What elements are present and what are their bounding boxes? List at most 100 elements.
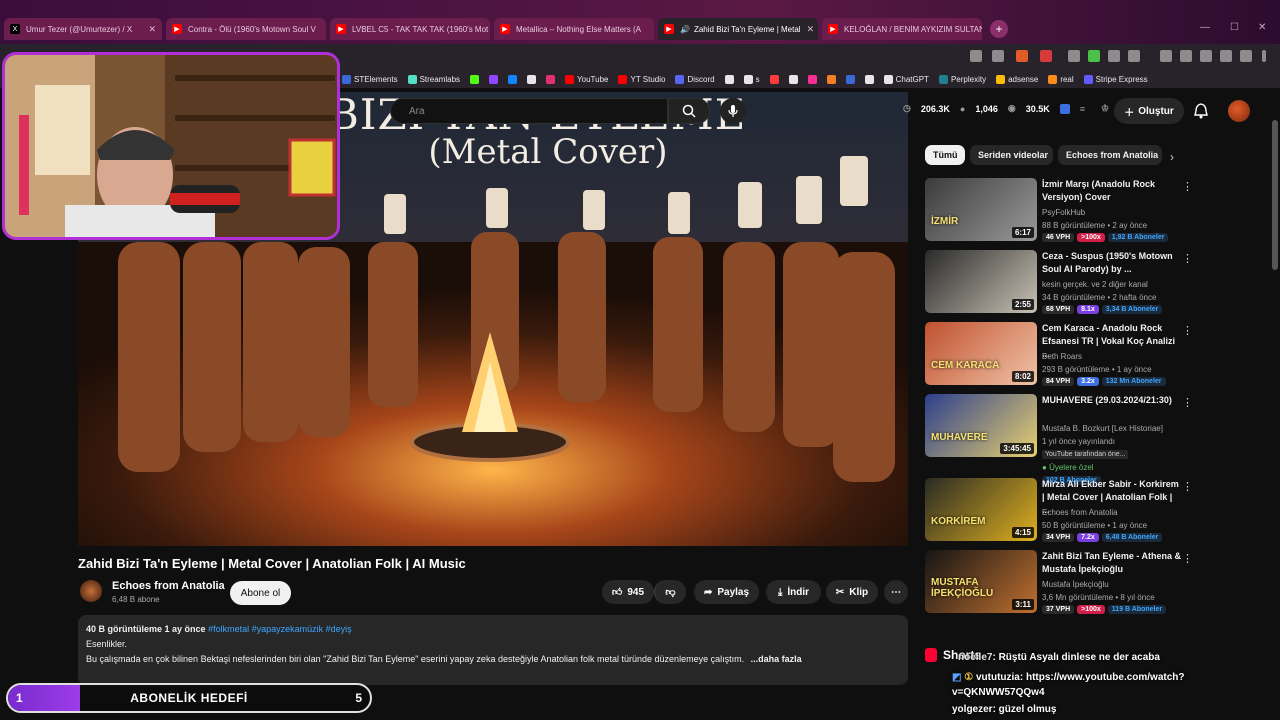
- bookmark-item[interactable]: [546, 74, 556, 84]
- video-title[interactable]: MUHAVERE (29.03.2024/21:30): [1042, 394, 1182, 407]
- extension-icon[interactable]: [1088, 50, 1100, 62]
- bookmark-item[interactable]: [489, 74, 499, 84]
- wallet-icon[interactable]: [1200, 50, 1212, 62]
- bookmark-item[interactable]: [788, 74, 798, 84]
- bookmark-item[interactable]: [807, 74, 817, 84]
- more-vertical-icon[interactable]: ⋮: [1182, 324, 1193, 337]
- rewards-icon[interactable]: [1040, 50, 1052, 62]
- recommended-video[interactable]: İZMİR 6:17 İzmir Marşı (Anadolu Rock Versi…: [925, 178, 1195, 242]
- recommended-video[interactable]: CEM KARACA 8:02 Cem Karaca - Anadolu Rock …: [925, 322, 1195, 386]
- maximize-icon[interactable]: ☐: [1230, 22, 1239, 33]
- list-icon[interactable]: ≡: [1080, 104, 1085, 114]
- close-icon[interactable]: ✕: [142, 24, 156, 35]
- bookmark-item[interactable]: [826, 74, 836, 84]
- browser-tab[interactable]: ▶ Contra - Ölü (1960's Motown Soul V: [166, 18, 326, 40]
- extension-icon[interactable]: [1108, 50, 1120, 62]
- browser-tab[interactable]: ▶ LVBEL C5 - TAK TAK TAK (1960's Mot: [330, 18, 490, 40]
- channel-name[interactable]: Echoes from Anatolia: [1042, 508, 1118, 517]
- browser-tab-active[interactable]: ▶ 🔊 Zahid Bizi Ta'n Eyleme | Metal ✕: [658, 18, 818, 40]
- clip-button[interactable]: ✂ Klip: [826, 580, 878, 604]
- channel-name[interactable]: Beth Roars: [1042, 352, 1082, 361]
- bookmark-item[interactable]: [508, 74, 518, 84]
- chevron-right-icon[interactable]: ›: [1170, 150, 1174, 164]
- recommended-video[interactable]: MUSTAFA İPEKÇİOĞLU 3:11 Zahit Bizi Tan Eyl…: [925, 550, 1195, 614]
- like-button[interactable]: 👍︎ 945: [602, 580, 654, 604]
- browser-tab[interactable]: ▶ KELOĞLAN / BENİM AYKIZIM SULTAN: [822, 18, 982, 40]
- more-vertical-icon[interactable]: ⋮: [1182, 396, 1193, 409]
- bookmark-item[interactable]: YT Studio: [618, 74, 665, 84]
- search-input[interactable]: Ara: [390, 98, 668, 124]
- brave-shield-icon[interactable]: [1016, 50, 1028, 62]
- account-avatar[interactable]: [1228, 100, 1250, 122]
- video-thumbnail[interactable]: 2:55: [925, 250, 1037, 313]
- notifications-bell-icon[interactable]: [1192, 102, 1210, 120]
- bookmark-item[interactable]: [724, 74, 734, 84]
- video-thumbnail[interactable]: CEM KARACA 8:02: [925, 322, 1037, 385]
- more-vertical-icon[interactable]: ⋮: [1182, 180, 1193, 193]
- channel-name[interactable]: Echoes from Anatolia: [112, 580, 225, 592]
- video-title[interactable]: Zahit Bizi Tan Eyleme - Athena & Mustafa…: [1042, 550, 1182, 576]
- download-button[interactable]: ⤓ İndir: [766, 580, 821, 604]
- video-thumbnail[interactable]: KORKİREM 4:15: [925, 478, 1037, 541]
- more-vertical-icon[interactable]: ⋮: [1182, 552, 1193, 565]
- video-thumbnail[interactable]: İZMİR 6:17: [925, 178, 1037, 241]
- bookmark-item[interactable]: YouTube: [565, 74, 608, 84]
- voice-search-button[interactable]: [720, 98, 746, 124]
- extension-icon[interactable]: [1068, 50, 1080, 62]
- menu-icon[interactable]: [1262, 50, 1266, 62]
- bookmark-item[interactable]: ChatGPT: [883, 74, 929, 84]
- puzzle-icon[interactable]: [1128, 50, 1140, 62]
- trophy-icon[interactable]: ♔: [1101, 103, 1109, 114]
- bookmark-item[interactable]: real: [1048, 74, 1074, 84]
- page-scrollbar[interactable]: [1272, 96, 1278, 708]
- extension-icon[interactable]: [970, 50, 982, 62]
- share-button[interactable]: ➦ Paylaş: [694, 580, 759, 604]
- video-thumbnail[interactable]: MUHAVERE 3:45:45: [925, 394, 1037, 457]
- search-button[interactable]: [668, 98, 710, 124]
- create-button[interactable]: ＋ Oluştur: [1114, 98, 1184, 124]
- bookmark-item[interactable]: Discord: [675, 74, 715, 84]
- recommended-video[interactable]: MUHAVERE 3:45:45 MUHAVERE (29.03.2024/21:3…: [925, 394, 1195, 485]
- bookmark-item[interactable]: [527, 74, 537, 84]
- bookmark-item[interactable]: Streamlabs: [407, 74, 460, 84]
- channel-name[interactable]: Mustafa İpekçioğlu: [1042, 580, 1109, 589]
- chip-all[interactable]: Tümü: [925, 145, 965, 165]
- channel-name[interactable]: kesin gerçek. ve 2 diğer kanal: [1042, 280, 1148, 289]
- bookmark-item[interactable]: Stripe Express: [1083, 74, 1148, 84]
- vpn-icon[interactable]: [1240, 50, 1252, 62]
- bookmark-item[interactable]: s: [743, 74, 760, 84]
- video-title[interactable]: Ceza - Suspus (1950's Motown Soul AI Par…: [1042, 250, 1182, 276]
- extension-icon[interactable]: [1059, 103, 1070, 114]
- browser-tab[interactable]: X Umur Tezer (@Umurtezer) / X ✕: [4, 18, 162, 40]
- dislike-button[interactable]: 👎︎: [654, 580, 686, 604]
- bookmark-item[interactable]: [845, 74, 855, 84]
- channel-avatar[interactable]: [80, 580, 102, 602]
- new-tab-button[interactable]: +: [990, 20, 1008, 38]
- show-more-link[interactable]: ...daha fazla: [751, 654, 802, 664]
- recommended-video[interactable]: KORKİREM 4:15 Mirza Ali Ekber Sabir - Kork…: [925, 478, 1195, 542]
- more-vertical-icon[interactable]: ⋮: [1182, 480, 1193, 493]
- more-vertical-icon[interactable]: ⋮: [1182, 252, 1193, 265]
- bookmark-item[interactable]: STElements: [342, 74, 398, 84]
- close-icon[interactable]: ✕: [801, 24, 815, 35]
- minimize-icon[interactable]: —: [1200, 22, 1210, 33]
- sidebar-icon[interactable]: [1180, 50, 1192, 62]
- scrollbar-thumb[interactable]: [1272, 120, 1278, 270]
- bookmark-item[interactable]: Perplexity: [938, 74, 986, 84]
- share-icon[interactable]: [992, 50, 1004, 62]
- description-tags[interactable]: #folkmetal #yapayzekamüzik #deyiş: [208, 624, 352, 634]
- recommended-video[interactable]: 2:55 Ceza - Suspus (1950's Motown Soul AI…: [925, 250, 1195, 314]
- chip-channel[interactable]: Echoes from Anatolia: [1058, 145, 1162, 165]
- chip-series[interactable]: Seriden videolar: [970, 145, 1053, 165]
- bookmark-item[interactable]: [470, 74, 480, 84]
- bookmark-item[interactable]: [864, 74, 874, 84]
- close-window-icon[interactable]: ✕: [1258, 22, 1266, 33]
- bookmark-item[interactable]: [769, 74, 779, 84]
- bookmark-item[interactable]: adsense: [996, 74, 1038, 84]
- more-actions-button[interactable]: ⋯: [884, 580, 908, 604]
- browser-tab[interactable]: ▶ Metallica – Nothing Else Matters (A: [494, 18, 654, 40]
- ai-icon[interactable]: [1220, 50, 1232, 62]
- video-title[interactable]: İzmir Marşı (Anadolu Rock Versiyon) Cove…: [1042, 178, 1182, 204]
- video-description[interactable]: 40 B görüntüleme 1 ay önce #folkmetal #y…: [78, 615, 908, 685]
- channel-name[interactable]: Mustafa B. Bozkurt [Lex Historiae]: [1042, 424, 1163, 433]
